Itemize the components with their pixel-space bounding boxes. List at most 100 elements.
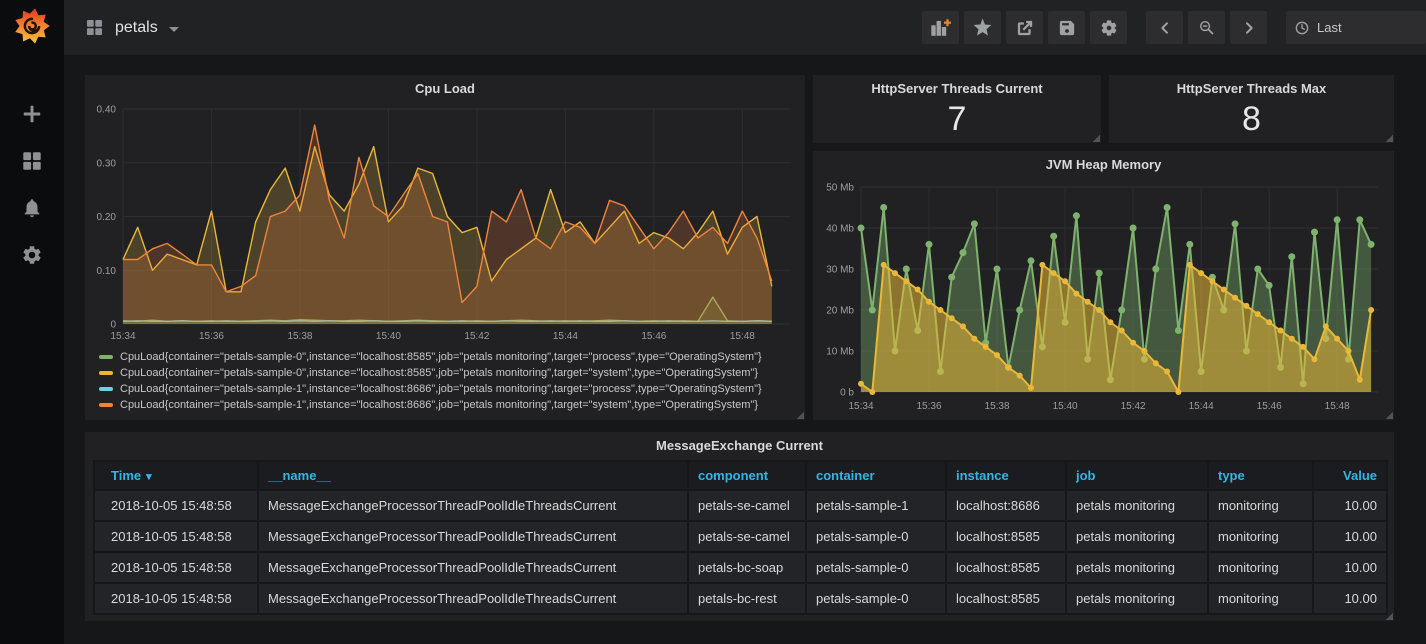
svg-text:0: 0 (110, 320, 116, 331)
table-row: 2018-10-05 15:48:58MessageExchangeProces… (94, 521, 1387, 552)
table-cell: MessageExchangeProcessorThreadPoolIdleTh… (258, 521, 688, 552)
table-cell: 10.00 (1313, 552, 1387, 583)
save-dashboard-button[interactable] (1048, 11, 1085, 44)
panel-title[interactable]: MessageExchange Current (85, 432, 1394, 458)
star-icon (973, 18, 992, 37)
dashboard-settings-button[interactable] (1090, 11, 1127, 44)
table-column-header[interactable]: container (806, 461, 946, 490)
legend-label: CpuLoad{container="petals-sample-1",inst… (120, 383, 762, 395)
share-dashboard-button[interactable] (1006, 11, 1043, 44)
svg-text:0.30: 0.30 (97, 158, 117, 169)
table-column-header[interactable]: instance (946, 461, 1066, 490)
dashboards-grid-icon (21, 150, 43, 172)
svg-text:0 b: 0 b (840, 388, 854, 399)
table-column-header[interactable]: __name__ (258, 461, 688, 490)
jvm-heap-chart[interactable]: 0 b10 Mb20 Mb30 Mb40 Mb50 Mb15:3415:3615… (817, 177, 1390, 414)
panel-cpu-load: Cpu Load 00.100.200.300.4015:3415:3615:3… (85, 75, 805, 420)
sidebar-configuration-button[interactable] (20, 243, 44, 267)
panel-resize-handle[interactable] (796, 411, 804, 419)
legend-color-marker (99, 355, 113, 359)
svg-text:15:34: 15:34 (848, 401, 873, 412)
panel-resize-handle[interactable] (1385, 612, 1393, 620)
dashboard-title-button[interactable]: petals (85, 18, 179, 37)
sort-caret-icon: ▾ (146, 471, 152, 483)
table-cell: MessageExchangeProcessorThreadPoolIdleTh… (258, 490, 688, 521)
table-row: 2018-10-05 15:48:58MessageExchangeProces… (94, 583, 1387, 614)
sidebar-alerting-button[interactable] (20, 196, 44, 220)
time-shift-back-button[interactable] (1146, 11, 1183, 44)
svg-text:15:40: 15:40 (376, 331, 401, 342)
table-cell: MessageExchangeProcessorThreadPoolIdleTh… (258, 552, 688, 583)
table-cell: 10.00 (1313, 490, 1387, 521)
panel-message-exchange: MessageExchange Current Time▾__name__com… (85, 432, 1394, 621)
time-shift-forward-button[interactable] (1230, 11, 1267, 44)
legend-item[interactable]: CpuLoad{container="petals-sample-0",inst… (99, 365, 805, 381)
gear-icon (21, 244, 43, 266)
grafana-flame-icon (13, 7, 51, 45)
svg-text:15:46: 15:46 (641, 331, 666, 342)
panel-resize-handle[interactable] (1385, 411, 1393, 419)
legend-item[interactable]: CpuLoad{container="petals-sample-1",inst… (99, 397, 805, 413)
table-cell: monitoring (1208, 583, 1313, 614)
svg-text:15:36: 15:36 (199, 331, 224, 342)
grafana-logo[interactable] (13, 7, 51, 45)
panel-threads-max: HttpServer Threads Max 8 (1109, 75, 1394, 143)
chevron-right-icon (1241, 20, 1257, 36)
table-column-header[interactable]: job (1066, 461, 1208, 490)
panel-title[interactable]: JVM Heap Memory (813, 151, 1394, 177)
legend-item[interactable]: CpuLoad{container="petals-sample-0",inst… (99, 349, 805, 365)
panel-resize-handle[interactable] (1092, 134, 1100, 142)
table-cell: 2018-10-05 15:48:58 (94, 552, 258, 583)
svg-text:15:44: 15:44 (1189, 401, 1214, 412)
legend-color-marker (99, 371, 113, 375)
table-cell: petals-sample-0 (806, 521, 946, 552)
navbar-actions: Last (917, 11, 1426, 44)
message-exchange-table: Time▾__name__componentcontainerinstancej… (93, 460, 1388, 615)
table-cell: localhost:8686 (946, 490, 1066, 521)
svg-text:40 Mb: 40 Mb (826, 224, 854, 235)
panel-title[interactable]: HttpServer Threads Max (1109, 75, 1394, 101)
legend-color-marker (99, 387, 113, 391)
legend-label: CpuLoad{container="petals-sample-1",inst… (120, 399, 758, 411)
sidebar (0, 0, 64, 644)
clock-icon (1294, 20, 1310, 36)
sidebar-create-button[interactable] (20, 102, 44, 126)
table-cell: petals-se-camel (688, 521, 806, 552)
add-panel-button[interactable] (922, 11, 959, 44)
table-cell: petals-sample-0 (806, 583, 946, 614)
plus-icon (21, 103, 43, 125)
cpu-load-chart[interactable]: 00.100.200.300.4015:3415:3615:3815:4015:… (89, 101, 801, 344)
dashboard-caret-down-icon (169, 27, 179, 32)
svg-text:15:42: 15:42 (464, 331, 489, 342)
table-cell: 2018-10-05 15:48:58 (94, 521, 258, 552)
table-cell: petals-bc-soap (688, 552, 806, 583)
table-cell: petals-sample-0 (806, 552, 946, 583)
dashboard-title: petals (115, 19, 158, 37)
top-navbar: petals (64, 0, 1426, 55)
table-column-header[interactable]: Value (1313, 461, 1387, 490)
table-column-header[interactable]: type (1208, 461, 1313, 490)
table-column-header[interactable]: Time▾ (94, 461, 258, 490)
legend-label: CpuLoad{container="petals-sample-0",inst… (120, 367, 758, 379)
chevron-left-icon (1157, 20, 1173, 36)
table-row: 2018-10-05 15:48:58MessageExchangeProces… (94, 490, 1387, 521)
zoom-out-button[interactable] (1188, 11, 1225, 44)
table-cell: MessageExchangeProcessorThreadPoolIdleTh… (258, 583, 688, 614)
svg-text:15:46: 15:46 (1257, 401, 1282, 412)
time-range-picker-button[interactable]: Last (1286, 11, 1426, 44)
dashboard-grid: Cpu Load 00.100.200.300.4015:3415:3615:3… (64, 55, 1426, 644)
star-dashboard-button[interactable] (964, 11, 1001, 44)
sidebar-dashboards-button[interactable] (20, 149, 44, 173)
bell-icon (21, 197, 43, 219)
panel-resize-handle[interactable] (1385, 134, 1393, 142)
panel-title[interactable]: Cpu Load (85, 75, 805, 101)
panel-jvm-heap: JVM Heap Memory 0 b10 Mb20 Mb30 Mb40 Mb5… (813, 151, 1394, 420)
svg-text:15:36: 15:36 (917, 401, 942, 412)
svg-text:15:42: 15:42 (1121, 401, 1146, 412)
panel-title[interactable]: HttpServer Threads Current (813, 75, 1101, 101)
svg-text:30 Mb: 30 Mb (826, 265, 854, 276)
svg-text:10 Mb: 10 Mb (826, 347, 854, 358)
legend-item[interactable]: CpuLoad{container="petals-sample-1",inst… (99, 381, 805, 397)
dashboard-icon (85, 18, 104, 37)
table-column-header[interactable]: component (688, 461, 806, 490)
